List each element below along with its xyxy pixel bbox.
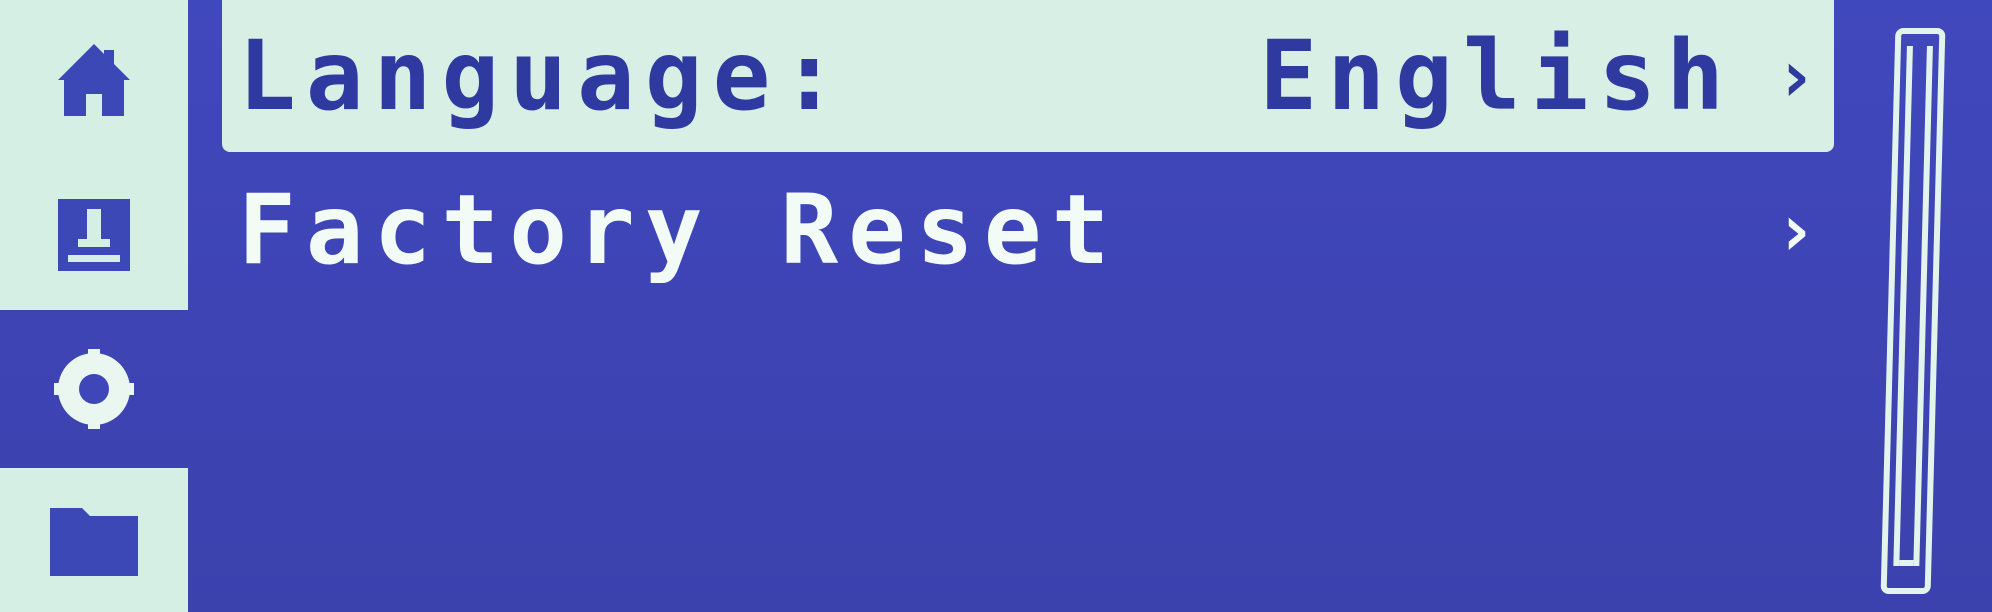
- chevron-right-icon: ›: [1774, 34, 1818, 118]
- sidebar-item-print[interactable]: [0, 160, 188, 310]
- sidebar-item-files[interactable]: [0, 468, 188, 612]
- scrollbar-thumb[interactable]: [1893, 46, 1933, 566]
- language-value: English: [1259, 20, 1734, 132]
- scrollbar[interactable]: [1880, 28, 1946, 594]
- language-label: Language:: [238, 20, 849, 132]
- folder-icon: [50, 508, 138, 576]
- settings-menu: Language: English › Factory Reset ›: [222, 0, 1834, 612]
- home-icon: [58, 44, 130, 116]
- factory-reset-label: Factory Reset: [238, 174, 1120, 286]
- chevron-right-icon: ›: [1774, 188, 1818, 272]
- menu-item-language[interactable]: Language: English ›: [222, 0, 1834, 152]
- print-icon: [58, 199, 130, 271]
- gear-icon: [54, 349, 134, 429]
- sidebar: [0, 0, 195, 612]
- sidebar-item-settings[interactable]: [0, 310, 188, 468]
- menu-item-factory-reset[interactable]: Factory Reset ›: [222, 155, 1834, 305]
- printer-display: Language: English › Factory Reset ›: [0, 0, 1992, 612]
- sidebar-item-home[interactable]: [0, 0, 188, 160]
